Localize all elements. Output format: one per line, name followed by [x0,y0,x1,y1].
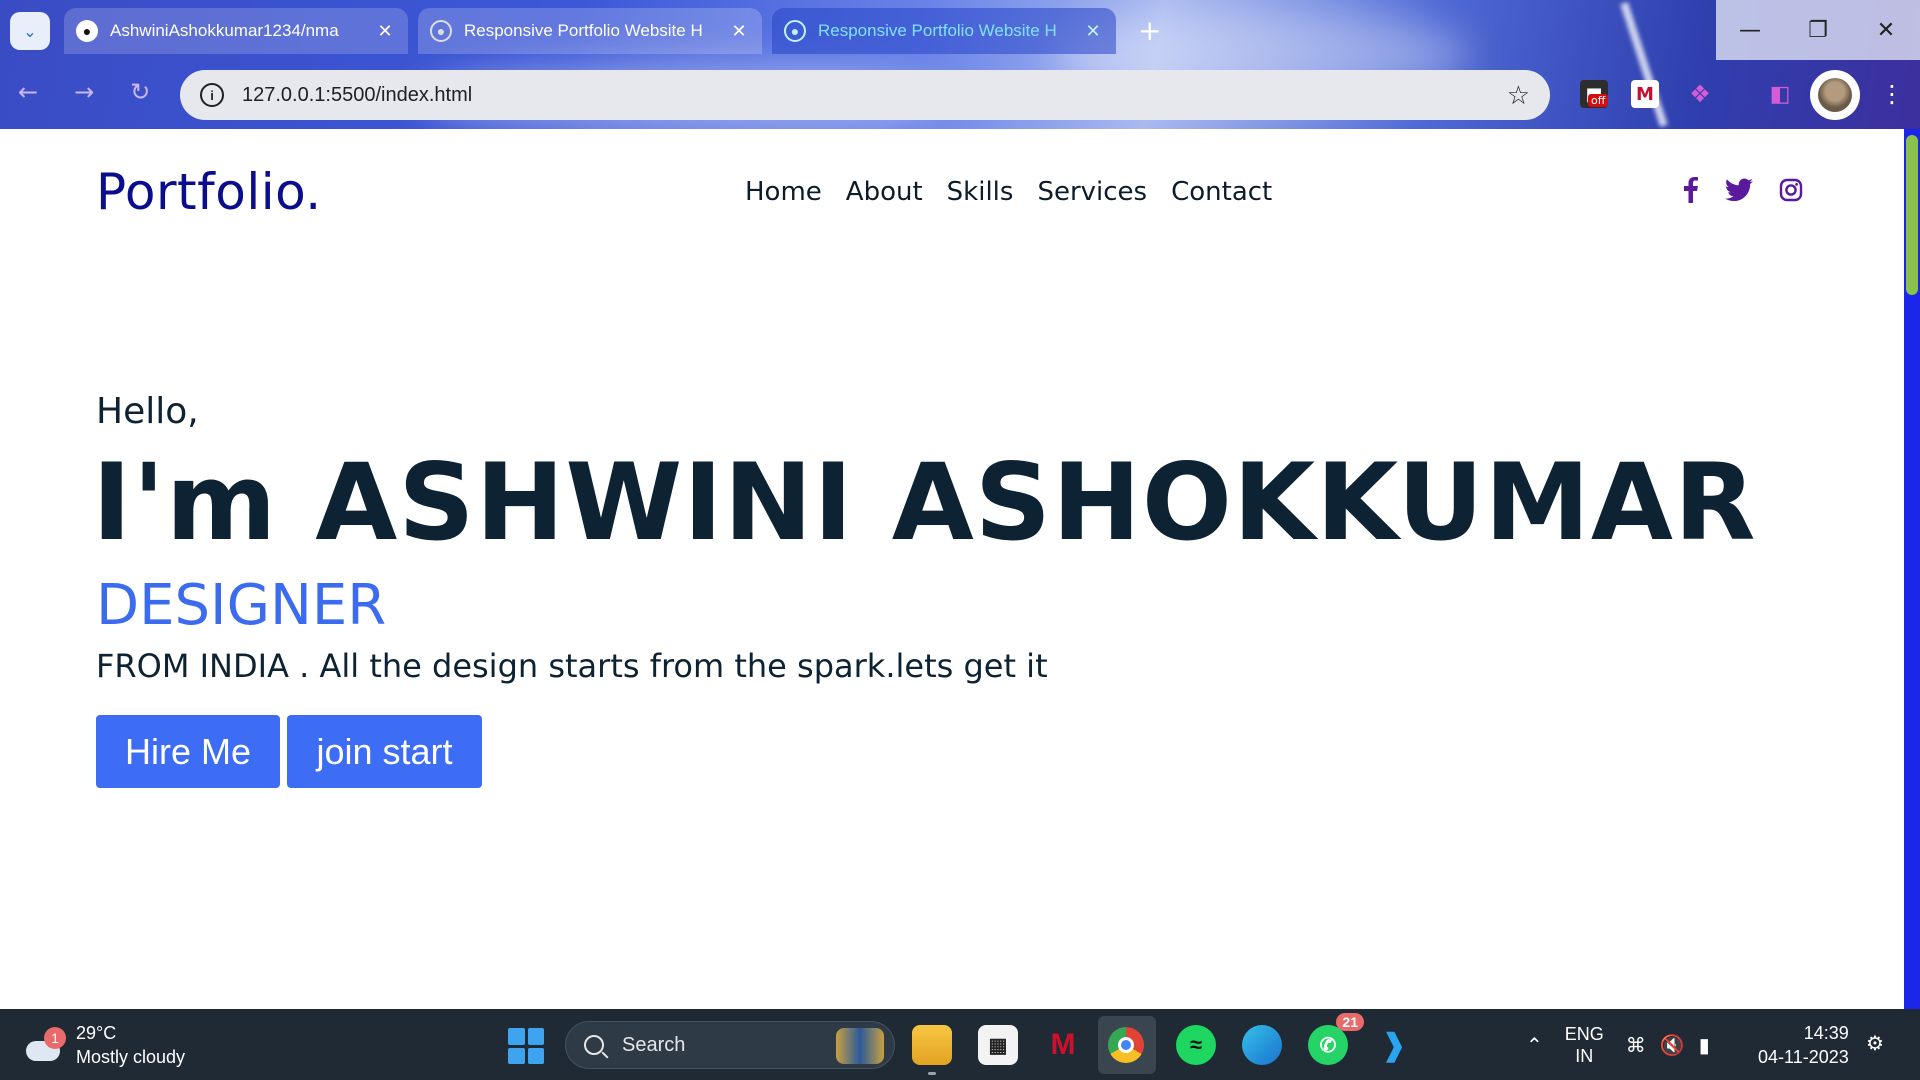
system-tray: ⌃ ENG IN ⌘ 🔇 ▮ [1526,1023,1710,1067]
new-tab-button[interactable]: + [1138,14,1161,47]
weather-temperature: 29°C [76,1023,117,1043]
nav-home-link[interactable]: Home [745,177,822,207]
browser-chrome: ⌄ ● AshwiniAshokkumar1234/nma ✕ ● Respon… [0,0,1920,129]
spotify-icon[interactable]: ≈ [1176,1025,1216,1065]
chrome-icon[interactable] [1108,1027,1144,1063]
tab-title: Responsive Portfolio Website H [464,21,703,40]
reload-icon[interactable]: ↻ [130,78,150,106]
globe-icon: ● [430,20,452,42]
chevron-up-icon[interactable]: ⌃ [1526,1033,1543,1058]
restore-button[interactable]: ❐ [1784,0,1852,60]
page-viewport: Portfolio. Home About Skills Services Co… [0,129,1904,1009]
avatar [1818,78,1852,112]
microsoft-store-icon[interactable]: ▦ [978,1025,1018,1065]
hero-tagline: FROM INDIA . All the design starts from … [96,647,1048,685]
taskbar-clock[interactable]: 14:39 04-11-2023 [1758,1021,1849,1069]
language-code: ENG [1564,1024,1604,1044]
window-controls: — ❐ ✕ [1716,0,1920,60]
twitter-icon[interactable] [1725,177,1753,203]
speaker-muted-icon[interactable]: 🔇 [1660,1033,1685,1058]
cloud-icon: 1 [22,1027,66,1063]
windows-start-icon[interactable] [508,1028,544,1064]
search-icon [584,1035,604,1055]
mcafee-icon[interactable]: M [1043,1025,1083,1065]
close-tab-icon[interactable]: ✕ [1082,21,1104,42]
close-window-button[interactable]: ✕ [1852,0,1920,60]
search-highlight-image [836,1028,884,1064]
site-info-icon[interactable]: i [200,83,224,107]
tab-portfolio-1[interactable]: ● Responsive Portfolio Website H ✕ [418,8,762,54]
clock-time: 14:39 [1803,1023,1849,1043]
whatsapp-badge: 21 [1336,1013,1364,1031]
nav-contact-link[interactable]: Contact [1171,177,1272,207]
weather-badge: 1 [44,1027,66,1049]
language-indicator[interactable]: ENG IN [1565,1023,1604,1067]
tab-github[interactable]: ● AshwiniAshokkumar1234/nma ✕ [64,8,408,54]
extensions-puzzle-icon[interactable]: ❖ [1686,80,1714,108]
tab-search-button[interactable]: ⌄ [10,12,50,50]
instagram-icon[interactable] [1779,177,1803,203]
hire-me-button[interactable]: Hire Me [96,715,280,788]
tab-title: Responsive Portfolio Website H [818,21,1057,40]
windows-taskbar: 1 29°C Mostly cloudy Search ▦ M ≈ ✆ 21 ❱ … [0,1009,1920,1080]
clock-date: 04-11-2023 [1758,1047,1849,1067]
nav-services-link[interactable]: Services [1037,177,1147,207]
region-code: IN [1575,1046,1594,1066]
url-text[interactable]: 127.0.0.1:5500/index.html [242,84,1507,107]
file-explorer-icon[interactable] [912,1025,952,1075]
weather-condition: Mostly cloudy [76,1047,186,1067]
nav-skills-link[interactable]: Skills [947,177,1014,207]
menu-kebab-icon[interactable]: ⋮ [1880,80,1904,108]
address-bar[interactable]: i 127.0.0.1:5500/index.html ☆ [180,70,1550,120]
extension-off-badge: off [1588,94,1609,107]
page-scrollbar[interactable] [1904,129,1920,1009]
nav-about-link[interactable]: About [846,177,923,207]
navigation-buttons: ← → ↻ [18,78,150,106]
vscode-icon[interactable]: ❱ [1374,1025,1414,1065]
extension-off-icon[interactable]: ■off [1580,80,1609,108]
scrollbar-thumb[interactable] [1906,135,1918,295]
close-tab-icon[interactable]: ✕ [728,21,750,42]
tab-title: AshwiniAshokkumar1234/nma [110,21,339,40]
wallpaper-lightning [1620,1,1668,128]
back-arrow-icon[interactable]: ← [18,78,38,106]
minimize-button[interactable]: — [1716,0,1784,60]
hero-greeting: Hello, [96,391,199,432]
site-logo[interactable]: Portfolio. [96,163,322,221]
globe-icon: ● [784,20,806,42]
social-links [1683,177,1803,203]
hero-role: DESIGNER [96,573,387,638]
notification-bell-icon[interactable]: ⚙ [1866,1031,1884,1056]
side-panel-icon[interactable]: ◧ [1766,80,1794,108]
tab-portfolio-active[interactable]: ● Responsive Portfolio Website H ✕ [772,8,1116,54]
profile-avatar[interactable] [1810,70,1860,120]
taskbar-search-box[interactable]: Search [565,1021,895,1069]
forward-arrow-icon[interactable]: → [74,78,94,106]
whatsapp-icon[interactable]: ✆ 21 [1308,1013,1364,1065]
chevron-down-icon: ⌄ [23,21,37,41]
edge-icon[interactable] [1242,1025,1282,1065]
battery-icon[interactable]: ▮ [1699,1033,1710,1058]
hero-name: I'm ASHWINI ASHOKKUMAR [92,441,1757,564]
github-icon: ● [76,20,98,42]
join-start-button[interactable]: join start [287,715,482,788]
weather-widget[interactable]: 1 29°C Mostly cloudy [22,1021,185,1069]
bookmark-star-icon[interactable]: ☆ [1507,80,1530,111]
wifi-icon[interactable]: ⌘ [1626,1033,1646,1058]
search-placeholder: Search [622,1033,686,1056]
facebook-icon[interactable] [1683,177,1699,203]
mcafee-extension-icon[interactable]: M [1631,80,1659,108]
close-tab-icon[interactable]: ✕ [374,21,396,42]
site-nav: Home About Skills Services Contact [745,177,1272,207]
